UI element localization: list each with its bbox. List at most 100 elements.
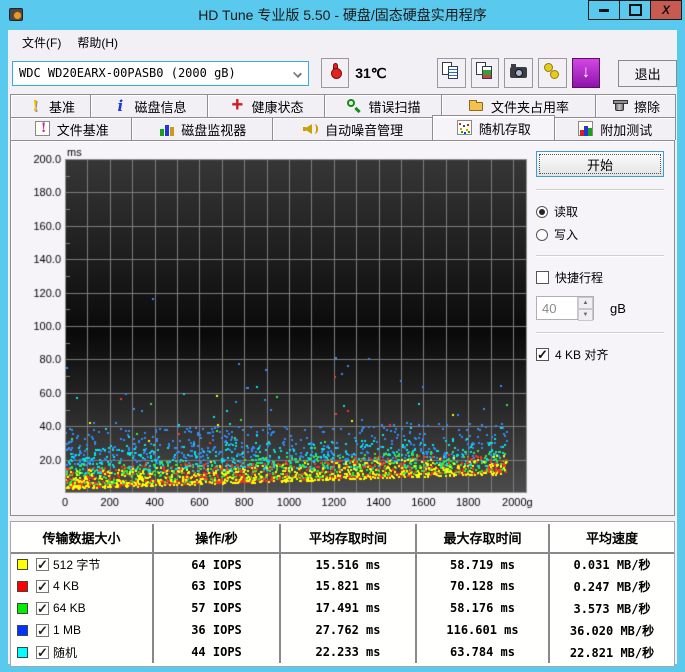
close-icon	[662, 3, 670, 17]
tab-error-scan[interactable]: 错误扫描	[324, 94, 442, 117]
column-header: 平均存取时间	[280, 524, 417, 554]
series-color-swatch	[17, 624, 28, 636]
copy-image-button[interactable]	[470, 58, 500, 88]
temperature-button[interactable]	[320, 58, 350, 88]
tab-disk-monitor[interactable]: 磁盘监视器	[131, 117, 274, 140]
series-label: 随机	[53, 645, 78, 660]
tab-aam[interactable]: 自动噪音管理	[272, 117, 434, 140]
random-access-page: 开始 读取 写入 快捷行程 40 ▲ ▼ gB ✓ 4 KB 对齐	[10, 140, 675, 516]
column-header: 最大存取时间	[416, 524, 550, 554]
series-checkbox[interactable]	[36, 557, 49, 573]
series-label: 64 KB	[53, 601, 86, 615]
value-cell: 58.176 ms	[416, 597, 550, 619]
value-cell: 22.821 MB/秒	[569, 645, 655, 660]
tab-health[interactable]: 健康状态	[207, 94, 325, 117]
benchmark-icon	[26, 98, 44, 114]
update-button[interactable]	[571, 58, 601, 88]
short-stroke-label: 快捷行程	[555, 271, 604, 285]
column-header: 操作/秒	[153, 524, 281, 554]
radio-icon	[536, 205, 548, 218]
value-cell: 36.020 MB/秒	[569, 623, 655, 638]
client-area: 文件(F) 帮助(H) WDC WD20EARX-00PASB0 (2000 gB…	[8, 30, 678, 667]
spin-down-icon[interactable]: ▼	[578, 309, 593, 321]
tab-disk-info[interactable]: 磁盘信息	[90, 94, 208, 117]
short-stroke-checkbox[interactable]: 快捷行程	[536, 269, 664, 286]
column-header: 平均速度	[549, 524, 674, 554]
series-checkbox[interactable]	[36, 579, 49, 595]
value-cell: 22.233 ms	[280, 641, 417, 663]
spin-up-icon[interactable]: ▲	[578, 297, 593, 309]
chart-area	[19, 145, 533, 511]
random-access-icon	[456, 120, 474, 136]
close-button[interactable]	[650, 0, 682, 20]
series-color-swatch	[17, 580, 28, 592]
value-cell: 3.573 MB/秒	[573, 601, 651, 616]
exit-button[interactable]: 退出	[618, 59, 678, 87]
donate-button[interactable]	[538, 58, 567, 88]
series-checkbox[interactable]	[36, 601, 49, 617]
capacity-spinner: ▲ ▼ gB	[536, 296, 664, 321]
tab-folder-usage[interactable]: 文件夹占用率	[441, 94, 596, 117]
separator	[536, 332, 664, 334]
folder-usage-icon	[468, 98, 486, 114]
copy-text-button[interactable]	[437, 58, 466, 88]
4kb-align-label: 4 KB 对齐	[555, 348, 609, 362]
series-color-swatch	[17, 559, 28, 570]
tab-label: 附加测试	[600, 122, 653, 138]
tab-label: 擦除	[633, 99, 660, 115]
series-color-swatch	[17, 602, 28, 614]
column-header: 传输数据大小	[11, 524, 154, 554]
maximize-button[interactable]	[619, 0, 651, 20]
value-cell: 15.516 ms	[280, 553, 417, 575]
capacity-unit-label: gB	[610, 300, 626, 316]
window-title: HD Tune 专业版 5.50 - 硬盘/固态硬盘实用程序	[198, 7, 487, 23]
error-scan-icon	[345, 98, 363, 114]
value-cell: 0.031 MB/秒	[573, 558, 651, 572]
tab-file-benchmark[interactable]: 文件基准	[10, 117, 133, 140]
spinner-buttons: ▲ ▼	[577, 297, 593, 321]
write-radio-label: 写入	[554, 228, 579, 242]
series-color-swatch	[17, 646, 28, 658]
4kb-align-checkbox[interactable]: 4 KB 对齐	[536, 346, 664, 363]
menu-item[interactable]: 文件(F)	[14, 31, 69, 54]
value-cell: 17.491 ms	[280, 597, 417, 619]
series-label: 512 字节	[53, 558, 101, 572]
tab-random-access[interactable]: 随机存取	[432, 115, 555, 140]
tab-strip: 基准 磁盘信息 健康状态 错误扫描 文件夹占用率 擦除 文件基准 磁盘监视器 自动噪音管理 随机…	[8, 92, 677, 140]
table-row: 4 KB 63 IOPS15.821 ms70.128 ms 0.247 MB/秒	[11, 575, 674, 597]
toolbar: WDC WD20EARX-00PASB0 (2000 gB) 31℃ 退出	[8, 54, 678, 92]
tab-label: 自动噪音管理	[325, 122, 404, 138]
capacity-input[interactable]	[537, 297, 577, 319]
minimize-button[interactable]	[588, 0, 620, 20]
write-radio[interactable]: 写入	[536, 226, 664, 243]
erase-icon	[611, 98, 629, 114]
tab-extra-tests[interactable]: 附加测试	[553, 117, 676, 140]
drive-select[interactable]: WDC WD20EARX-00PASB0 (2000 gB)	[12, 60, 309, 86]
screenshot-button[interactable]	[504, 58, 533, 88]
start-button[interactable]: 开始	[536, 151, 664, 177]
disk-info-icon	[111, 98, 129, 114]
minimize-icon	[599, 9, 609, 12]
menu-item[interactable]: 帮助(H)	[69, 31, 126, 54]
series-label: 1 MB	[53, 623, 82, 637]
title-bar: HD Tune 专业版 5.50 - 硬盘/固态硬盘实用程序	[0, 0, 685, 30]
tab-erase[interactable]: 擦除	[595, 94, 676, 117]
tab-label: 文件基准	[56, 122, 109, 138]
maximize-icon	[629, 4, 642, 16]
value-cell: 27.762 ms	[280, 619, 417, 641]
results-table: 传输数据大小操作/秒平均存取时间最大存取时间平均速度 512 字节 64 IOPS…	[11, 524, 674, 663]
value-cell: 57 IOPS	[153, 597, 281, 619]
value-cell: 0.247 MB/秒	[573, 579, 651, 594]
value-cell: 36 IOPS	[153, 619, 281, 641]
value-cell: 116.601 ms	[416, 619, 550, 641]
drive-select-value: WDC WD20EARX-00PASB0 (2000 gB)	[19, 66, 236, 80]
read-radio[interactable]: 读取	[536, 203, 664, 220]
menu-bar: 文件(F) 帮助(H)	[8, 30, 677, 54]
tab-label: 随机存取	[478, 121, 531, 137]
tab-label: 文件夹占用率	[490, 99, 569, 115]
series-checkbox[interactable]	[36, 645, 49, 661]
value-cell: 44 IOPS	[153, 641, 281, 663]
series-checkbox[interactable]	[36, 623, 49, 639]
table-row: 1 MB 36 IOPS27.762 ms116.601 ms 36.020 MB/…	[11, 619, 674, 641]
tab-benchmark[interactable]: 基准	[10, 94, 91, 117]
